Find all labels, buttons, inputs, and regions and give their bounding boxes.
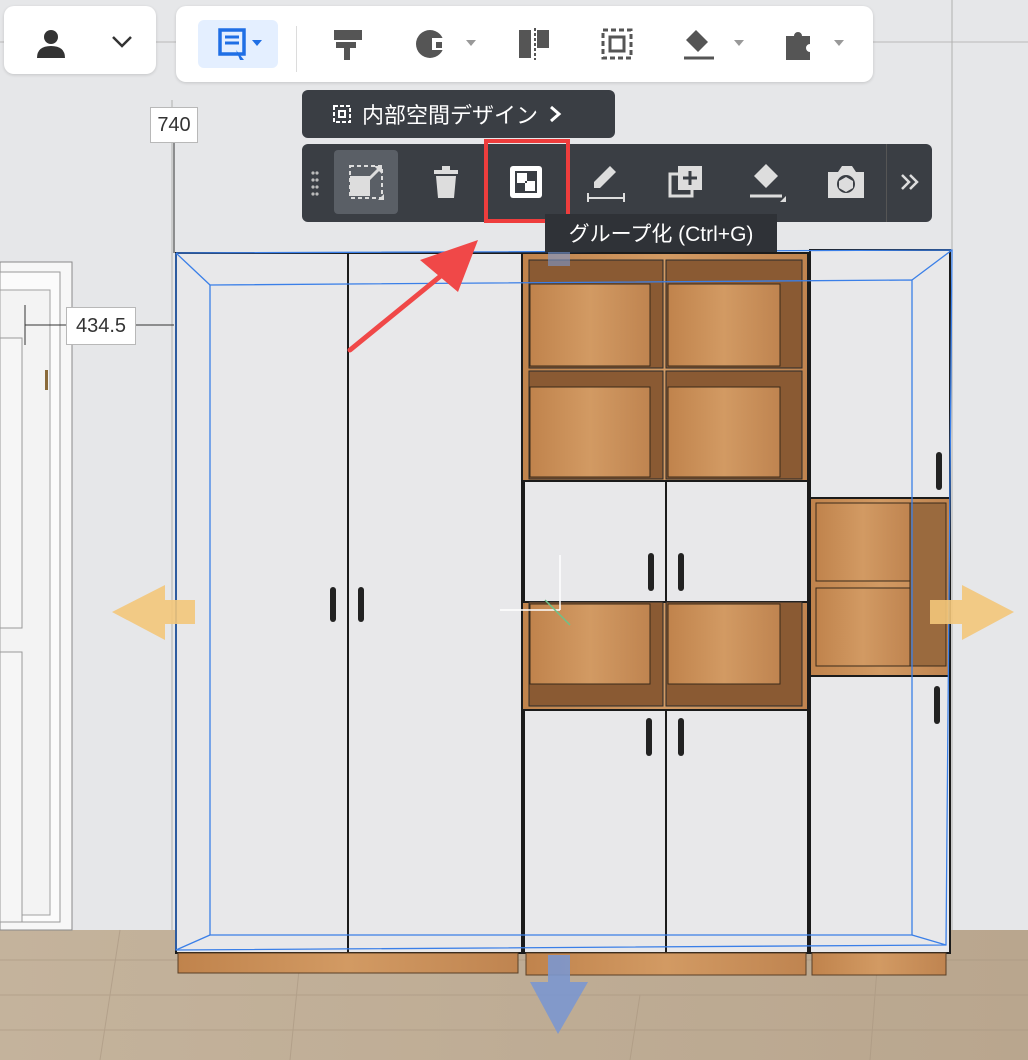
eraser-button[interactable] bbox=[676, 20, 750, 68]
scale-button[interactable] bbox=[334, 150, 398, 214]
measure-button[interactable] bbox=[574, 150, 638, 214]
measure-icon bbox=[587, 166, 625, 202]
cabinet-right[interactable] bbox=[809, 249, 951, 976]
context-divider bbox=[886, 144, 887, 222]
handle bbox=[330, 587, 336, 622]
material-brush-button[interactable] bbox=[734, 150, 798, 214]
select-tool-button[interactable] bbox=[198, 20, 278, 68]
wardrobe-left[interactable] bbox=[175, 252, 523, 974]
interior-design-button[interactable]: 内部空間デザイン bbox=[302, 90, 615, 138]
user-menu[interactable] bbox=[4, 6, 156, 74]
more-button[interactable] bbox=[888, 150, 932, 214]
duplicate-button[interactable] bbox=[654, 150, 718, 214]
camera-icon bbox=[828, 166, 864, 198]
snapshot-button[interactable] bbox=[814, 150, 878, 214]
main-toolbar bbox=[176, 6, 873, 82]
select-cursor-icon bbox=[218, 28, 262, 60]
chevron-down-icon[interactable] bbox=[110, 34, 134, 50]
paint-roller-button[interactable] bbox=[322, 20, 374, 68]
double-chevron-right-icon bbox=[901, 174, 919, 190]
material-brush-icon bbox=[750, 164, 786, 202]
user-icon bbox=[37, 30, 65, 58]
eraser-icon bbox=[684, 30, 744, 60]
puzzle-icon bbox=[786, 32, 844, 60]
height-dimension-label[interactable]: 740 bbox=[150, 107, 198, 143]
drag-handle-icon[interactable] bbox=[310, 170, 320, 196]
frame-select-icon bbox=[601, 28, 633, 60]
flip-icon bbox=[519, 28, 549, 60]
duplicate-icon bbox=[668, 166, 702, 198]
handle bbox=[358, 587, 364, 622]
trash-icon bbox=[434, 166, 458, 198]
context-toolbar bbox=[302, 144, 932, 222]
offset-dimension-label[interactable]: 434.5 bbox=[66, 307, 136, 345]
material-palette-icon bbox=[416, 30, 476, 58]
chevron-right-icon bbox=[550, 105, 562, 123]
frame-icon bbox=[333, 105, 351, 123]
group-tooltip: グループ化 (Ctrl+G) bbox=[545, 214, 777, 252]
plugin-button[interactable] bbox=[776, 20, 850, 68]
shelf-cabinet-middle[interactable] bbox=[500, 252, 809, 976]
group-button-highlight bbox=[484, 139, 570, 223]
paint-roller-icon bbox=[334, 30, 362, 60]
delete-button[interactable] bbox=[414, 150, 478, 214]
door bbox=[0, 261, 73, 931]
interior-design-label: 内部空間デザイン bbox=[362, 103, 539, 128]
frame-button[interactable] bbox=[594, 20, 640, 68]
scale-icon bbox=[349, 165, 384, 200]
toolbar-divider bbox=[296, 26, 297, 72]
material-button[interactable] bbox=[408, 20, 482, 68]
flip-button[interactable] bbox=[512, 20, 558, 68]
